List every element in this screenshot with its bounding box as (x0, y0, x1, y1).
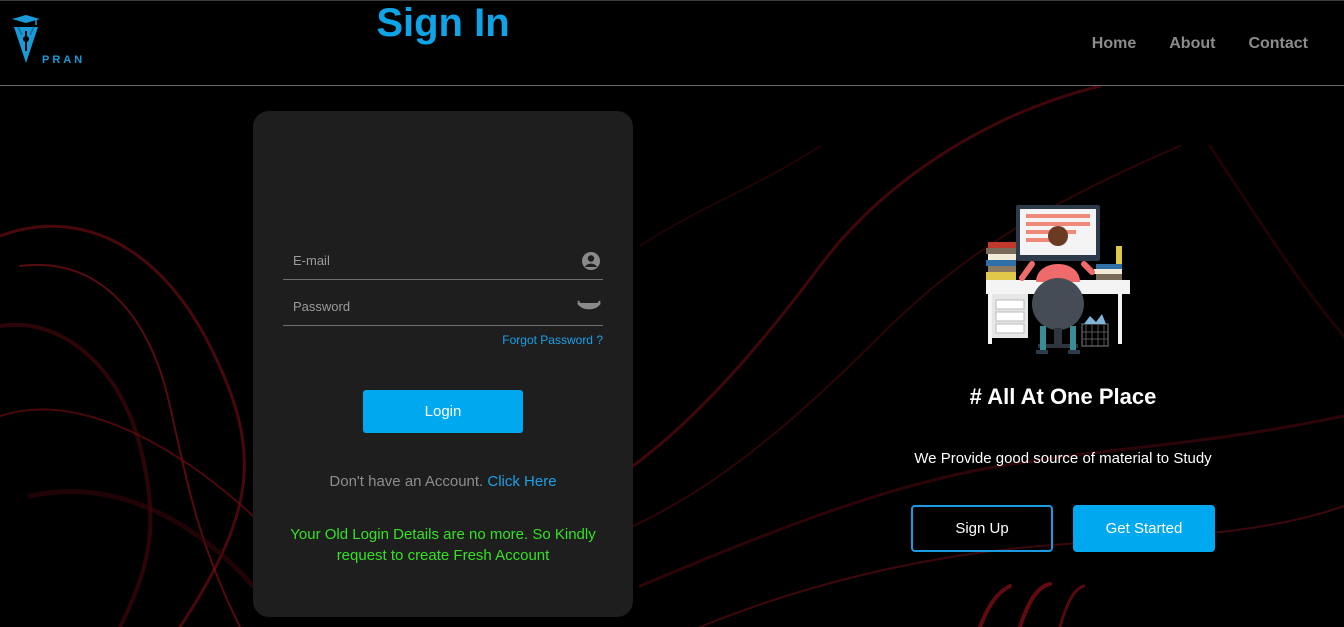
login-button[interactable]: Login (363, 390, 523, 433)
signin-title: Sign In (376, 1, 510, 45)
brand-logo[interactable]: PRAN (8, 13, 98, 69)
promo-subtext: We Provide good source of material to St… (914, 450, 1212, 467)
signup-button[interactable]: Sign Up (911, 505, 1053, 552)
account-notice: Your Old Login Details are no more. So K… (290, 526, 596, 564)
brand-name: PRAN (42, 54, 86, 66)
password-input[interactable] (283, 288, 563, 325)
student-at-desk-illustration (978, 200, 1138, 360)
user-circle-icon (581, 251, 601, 276)
click-here-link[interactable]: Click Here (487, 473, 556, 490)
no-account-text: Don't have an Account. (329, 473, 484, 490)
signin-card: Sign In Forgot Password ? Login Don't ha… (253, 1, 633, 617)
promo-section: # All At One Place We Provide good sourc… (883, 195, 1243, 575)
no-account-row: Don't have an Account. Click Here (253, 473, 633, 490)
nav-link-contact[interactable]: Contact (1248, 35, 1308, 53)
eye-closed-icon[interactable] (577, 297, 601, 320)
nav-link-home[interactable]: Home (1092, 35, 1136, 53)
forgot-password-link[interactable]: Forgot Password ? (502, 333, 603, 347)
email-input[interactable] (283, 242, 563, 279)
promo-tagline: # All At One Place (969, 384, 1157, 409)
top-navbar: PRAN Home About Contact (0, 0, 1344, 86)
get-started-button[interactable]: Get Started (1073, 505, 1215, 552)
password-field (283, 288, 603, 326)
email-field (283, 242, 603, 280)
nav-link-about[interactable]: About (1169, 35, 1215, 53)
nav-links: Home About Contact (1092, 35, 1308, 53)
